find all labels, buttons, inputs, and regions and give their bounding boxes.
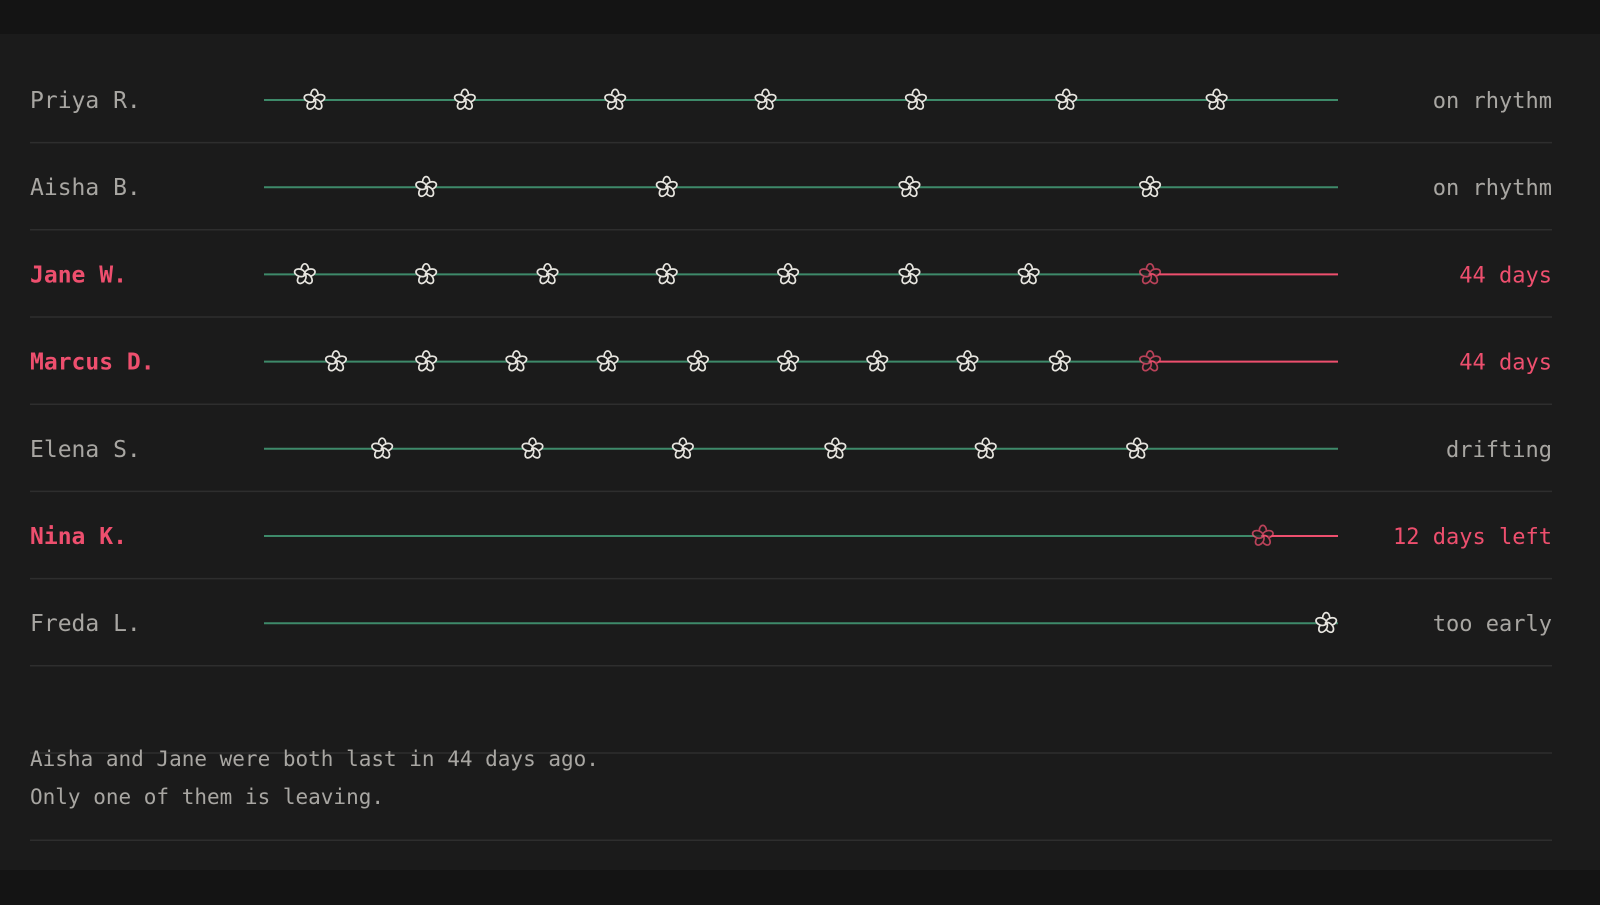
- visit-flower-icon: [974, 437, 997, 459]
- caption-line-2: Only one of them is leaving.: [30, 785, 385, 809]
- visit-flower-icon: [898, 262, 921, 285]
- visit-flower-icon: [415, 175, 438, 198]
- visit-flower-icon: [536, 262, 559, 285]
- visit-flower-icon: [1017, 262, 1040, 285]
- visit-flower-icon: [453, 88, 476, 110]
- visit-flower-icon: [371, 437, 394, 459]
- visit-flower-icon: [671, 437, 694, 459]
- status-label: on rhythm: [1433, 176, 1552, 201]
- status-label: 44 days: [1459, 351, 1552, 376]
- timeline-row: Elena S. drifting: [30, 437, 1552, 463]
- status-label: 44 days: [1459, 263, 1552, 288]
- timeline-row: Priya R. on rhythm: [30, 88, 1552, 114]
- person-name: Aisha B.: [30, 175, 141, 201]
- visit-flower-icon: [655, 262, 678, 285]
- timeline-row: Nina K. 12 days left: [30, 524, 1552, 550]
- visit-flower-icon: [898, 175, 921, 198]
- status-label: too early: [1433, 612, 1552, 637]
- visit-flower-icon: [956, 350, 979, 372]
- status-label: on rhythm: [1433, 89, 1552, 114]
- visit-flower-icon: [1138, 175, 1162, 198]
- visit-flower-icon: [596, 350, 619, 372]
- expected-visit-icon: [1138, 350, 1162, 372]
- chart-caption: Aisha and Jane were both last in 44 days…: [30, 740, 599, 816]
- timeline-row: Aisha B. on rhythm: [30, 175, 1552, 201]
- visit-flower-icon: [686, 350, 709, 372]
- visit-flower-icon: [1205, 88, 1228, 110]
- visit-flower-icon: [655, 175, 678, 198]
- visit-flower-icon: [777, 262, 800, 285]
- person-name: Jane W.: [30, 262, 127, 288]
- person-name: Marcus D.: [30, 350, 155, 376]
- timeline-row: Marcus D. 44 days: [30, 350, 1552, 376]
- visit-flower-icon: [505, 350, 528, 372]
- timeline-panel: Priya R. on rhythm Aisha B. on rhythm Jane W…: [0, 34, 1600, 870]
- timeline-row: Freda L. too early: [30, 611, 1552, 637]
- visit-flower-icon: [1055, 88, 1078, 110]
- visit-flower-icon: [1126, 437, 1149, 459]
- visit-flower-icon: [521, 437, 544, 459]
- visit-flower-icon: [866, 350, 889, 372]
- visit-flower-icon: [754, 88, 777, 110]
- visit-flower-icon: [293, 262, 316, 285]
- visit-flower-icon: [604, 88, 627, 110]
- expected-visit-icon: [1138, 262, 1162, 285]
- status-label: 12 days left: [1393, 525, 1552, 550]
- person-name: Elena S.: [30, 437, 141, 463]
- visit-flower-icon: [1315, 611, 1338, 634]
- status-label: drifting: [1446, 438, 1552, 463]
- visit-flower-icon: [415, 350, 438, 372]
- visit-flower-icon: [1048, 350, 1071, 372]
- caption-line-1: Aisha and Jane were both last in 44 days…: [30, 747, 599, 771]
- person-name: Freda L.: [30, 611, 141, 637]
- visit-flower-icon: [824, 437, 847, 459]
- expected-visit-icon: [1251, 524, 1274, 546]
- visit-flower-icon: [415, 262, 438, 285]
- person-name: Nina K.: [30, 524, 127, 550]
- visit-flower-icon: [777, 350, 800, 372]
- visit-flower-icon: [904, 88, 927, 110]
- person-name: Priya R.: [30, 88, 141, 114]
- visit-flower-icon: [303, 88, 326, 110]
- timeline-row: Jane W. 44 days: [30, 262, 1552, 288]
- visit-flower-icon: [324, 350, 348, 372]
